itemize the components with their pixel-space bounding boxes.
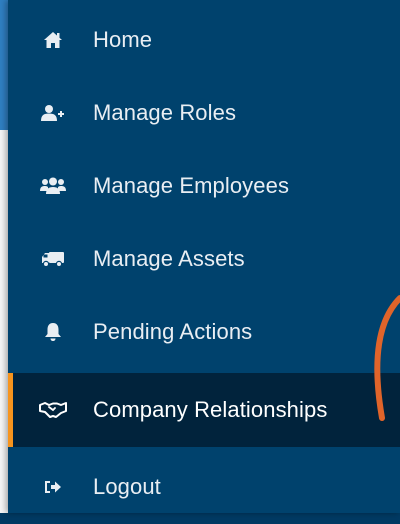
sidebar-item-label: Manage Assets (93, 246, 245, 271)
users-icon (36, 177, 70, 195)
sidebar-item-company-relationships[interactable]: Company Relationships (8, 373, 400, 447)
home-icon (36, 31, 70, 49)
sidebar-item-home[interactable]: Home (8, 3, 400, 77)
sidebar-item-manage-assets[interactable]: Manage Assets (8, 222, 400, 296)
user-plus-icon (36, 104, 70, 122)
bell-icon (36, 322, 70, 342)
sidebar-item-label: Company Relationships (93, 397, 328, 422)
sidebar: Home Manage Roles Manage Employees Manag… (8, 0, 400, 513)
sidebar-item-manage-roles[interactable]: Manage Roles (8, 76, 400, 150)
sidebar-item-label: Logout (93, 474, 161, 499)
sidebar-item-label: Manage Roles (93, 100, 237, 125)
sidebar-item-label: Home (93, 27, 153, 52)
sidebar-item-manage-employees[interactable]: Manage Employees (8, 149, 400, 223)
handshake-icon (36, 401, 70, 419)
truck-icon (36, 250, 70, 268)
sidebar-item-label: Manage Employees (93, 173, 290, 198)
sidebar-item-pending-actions[interactable]: Pending Actions (8, 295, 400, 369)
sign-out-icon (36, 479, 70, 495)
sidebar-item-label: Pending Actions (93, 319, 253, 344)
